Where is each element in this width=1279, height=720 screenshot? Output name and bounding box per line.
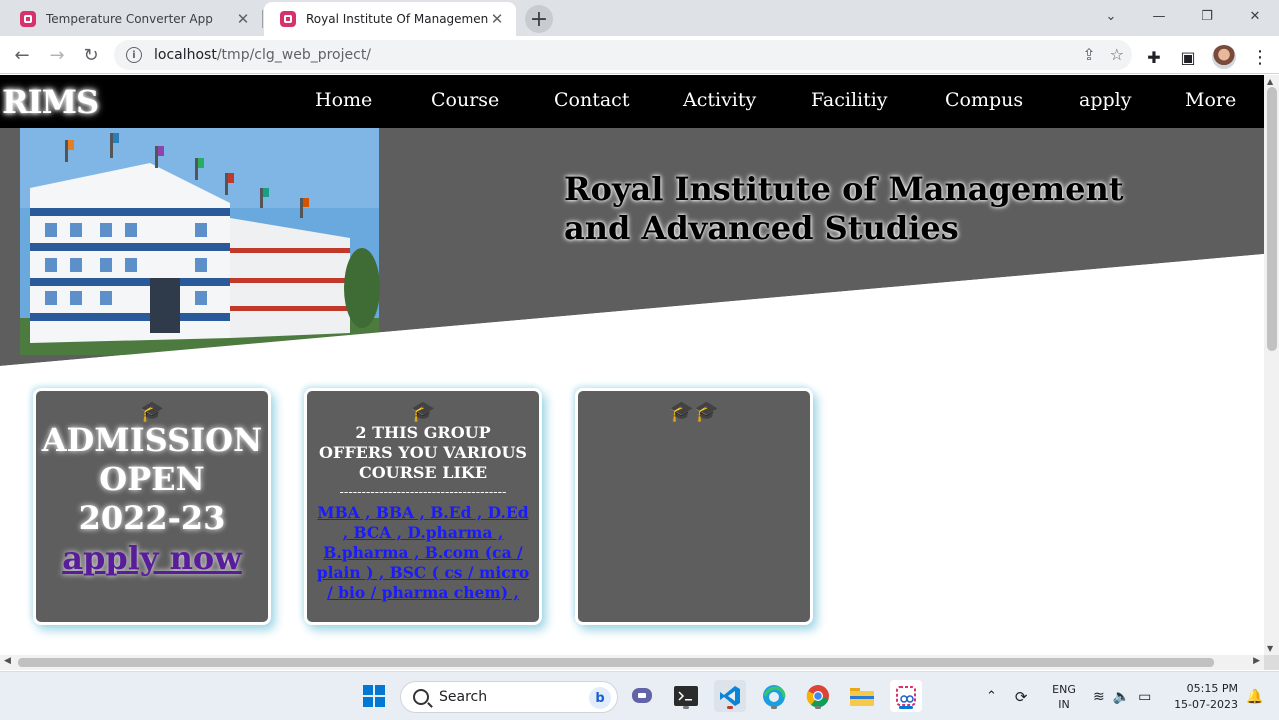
hero-banner: Royal Institute of Management and Advanc… xyxy=(0,128,1264,378)
taskbar-search-box[interactable]: Search b xyxy=(400,681,618,713)
browser-tab-strip: Temperature Converter App ✕ Royal Instit… xyxy=(0,0,1279,36)
file-explorer-icon[interactable] xyxy=(846,680,878,712)
running-indicator xyxy=(727,706,733,709)
system-tray: ⌃ ⟳ xyxy=(986,672,1027,720)
active-indicator xyxy=(899,706,913,709)
horizontal-scroll-thumb[interactable] xyxy=(18,658,1214,667)
snipping-tool-icon[interactable] xyxy=(890,680,922,712)
tab-title: Royal Institute Of Management & Advanced… xyxy=(306,12,488,26)
url-host: localhost xyxy=(154,47,217,63)
open-line: OPEN xyxy=(99,460,205,498)
windows-taskbar: Search b ⌃ ⟳ ENG IN ≋ 🔈 ▭ 05:15 PM 15-07… xyxy=(0,671,1279,720)
clock-date: 15-07-2023 xyxy=(1174,697,1238,711)
tab-search-chevron-icon[interactable]: ⌄ xyxy=(1087,0,1135,32)
show-hidden-icons-chevron-icon[interactable]: ⌃ xyxy=(986,689,997,704)
window-close-icon[interactable]: ✕ xyxy=(1231,0,1279,32)
forward-arrow-icon[interactable]: → xyxy=(43,41,71,69)
search-icon xyxy=(413,689,429,705)
session-year: 2022-23 xyxy=(78,499,226,537)
search-placeholder: Search xyxy=(439,689,488,705)
graduation-cap-icon: 🎓 xyxy=(410,399,436,423)
restore-icon[interactable]: ❐ xyxy=(1183,0,1231,32)
running-indicator xyxy=(683,706,689,709)
site-navbar: RIMS Home Course Contact Activity Facili… xyxy=(0,75,1264,128)
apply-now-link[interactable]: apply now xyxy=(62,539,242,577)
start-windows-icon[interactable] xyxy=(358,680,390,712)
url-path: /tmp/clg_web_project/ xyxy=(216,47,372,63)
nav-facility[interactable]: Facilitiy xyxy=(811,89,888,111)
tab-royal-institute[interactable]: Royal Institute Of Management & Advanced… xyxy=(264,2,516,36)
volume-icon: 🔈 xyxy=(1112,688,1131,705)
hero-background xyxy=(0,128,1264,378)
scroll-down-arrow-icon[interactable]: ▼ xyxy=(1267,644,1273,653)
admission-card: 🎓 ADMISSION OPEN 2022-23 apply now xyxy=(33,388,271,625)
region-code: IN xyxy=(1058,697,1070,711)
admission-line: ADMISSION xyxy=(41,421,263,459)
share-icon[interactable]: ⇪ xyxy=(1082,45,1095,64)
empty-card: 🎓🎓 xyxy=(575,388,813,625)
clock-time: 05:15 PM xyxy=(1186,681,1238,695)
vertical-scrollbar[interactable]: ▲ ▼ xyxy=(1264,75,1279,655)
tab-temperature-converter[interactable]: Temperature Converter App ✕ xyxy=(4,2,262,36)
nav-compus[interactable]: Compus xyxy=(945,89,1023,111)
divider-line: -------------------------------------- xyxy=(339,485,507,500)
courses-card: 🎓 2 THIS GROUP OFFERS YOU VARIOUS COURSE… xyxy=(304,388,542,625)
courses-link[interactable]: MBA , BBA , B.Ed , D.Ed , BCA , D.pharma… xyxy=(307,503,539,603)
scroll-left-arrow-icon[interactable]: ◀ xyxy=(4,656,11,666)
tab-title: Temperature Converter App xyxy=(46,12,213,26)
close-icon[interactable]: ✕ xyxy=(488,10,506,28)
hero-title: Royal Institute of Management and Advanc… xyxy=(564,170,1124,247)
scroll-right-arrow-icon[interactable]: ▶ xyxy=(1253,656,1260,666)
horizontal-scrollbar[interactable]: ◀ ▶ xyxy=(0,655,1264,670)
side-panel-icon[interactable]: ▣ xyxy=(1178,47,1198,67)
vertical-scroll-thumb[interactable] xyxy=(1267,87,1277,351)
minimize-icon[interactable]: — xyxy=(1135,0,1183,32)
back-arrow-icon[interactable]: ← xyxy=(8,41,36,69)
status-icons[interactable]: ≋ 🔈 ▭ xyxy=(1093,672,1151,720)
language-indicator[interactable]: ENG IN xyxy=(1050,672,1078,720)
nav-activity[interactable]: Activity xyxy=(683,89,756,111)
app-favicon-icon xyxy=(280,11,296,27)
running-indicator xyxy=(815,706,821,709)
bookmark-star-icon[interactable]: ☆ xyxy=(1110,45,1124,64)
running-indicator xyxy=(771,706,777,709)
profile-avatar[interactable] xyxy=(1212,45,1236,69)
page-viewport: RIMS Home Course Contact Activity Facili… xyxy=(0,75,1264,655)
browser-toolbar: ← → ↻ i localhost/tmp/clg_web_project/ ⇪… xyxy=(0,36,1279,74)
courses-heading: 2 THIS GROUP OFFERS YOU VARIOUS COURSE L… xyxy=(319,423,527,482)
close-icon[interactable]: ✕ xyxy=(234,10,252,28)
nav-apply[interactable]: apply xyxy=(1079,89,1131,111)
address-bar[interactable]: i localhost/tmp/clg_web_project/ ⇪ ☆ xyxy=(114,40,1132,70)
wifi-icon: ≋ xyxy=(1093,688,1105,705)
app-favicon-icon xyxy=(20,11,36,27)
battery-icon: ▭ xyxy=(1138,688,1152,705)
nav-more[interactable]: More xyxy=(1185,89,1236,111)
nav-contact[interactable]: Contact xyxy=(554,89,629,111)
new-tab-plus-icon[interactable]: + xyxy=(525,5,553,33)
nav-home[interactable]: Home xyxy=(315,89,372,111)
scrollbar-corner xyxy=(1264,655,1279,670)
campus-building-image xyxy=(20,128,380,355)
clock[interactable]: 05:15 PM 15-07-2023 xyxy=(1172,672,1238,720)
chrome-browser-icon[interactable] xyxy=(802,680,834,712)
nav-course[interactable]: Course xyxy=(431,89,499,111)
bing-icon[interactable]: b xyxy=(589,687,611,709)
window-controls: ⌄ — ❐ ✕ xyxy=(1087,0,1279,32)
vscode-icon[interactable] xyxy=(714,680,746,712)
reload-icon[interactable]: ↻ xyxy=(77,41,105,69)
edge-browser-icon[interactable] xyxy=(758,680,790,712)
notification-bell-icon[interactable]: 🔔 xyxy=(1246,672,1263,720)
menu-kebab-icon[interactable]: ⋮ xyxy=(1250,47,1270,68)
teams-chat-icon[interactable] xyxy=(626,680,658,712)
site-info-icon[interactable]: i xyxy=(126,47,142,63)
graduation-caps-icon: 🎓🎓 xyxy=(669,399,719,423)
terminal-icon[interactable] xyxy=(670,680,702,712)
language-code: ENG xyxy=(1052,682,1076,696)
sync-icon[interactable]: ⟳ xyxy=(1015,688,1028,706)
graduation-cap-icon: 🎓 xyxy=(139,399,165,423)
site-logo[interactable]: RIMS xyxy=(2,83,99,121)
scroll-up-arrow-icon[interactable]: ▲ xyxy=(1267,77,1273,86)
tab-separator xyxy=(262,10,263,28)
extensions-puzzle-icon[interactable]: ✚ xyxy=(1144,47,1164,67)
